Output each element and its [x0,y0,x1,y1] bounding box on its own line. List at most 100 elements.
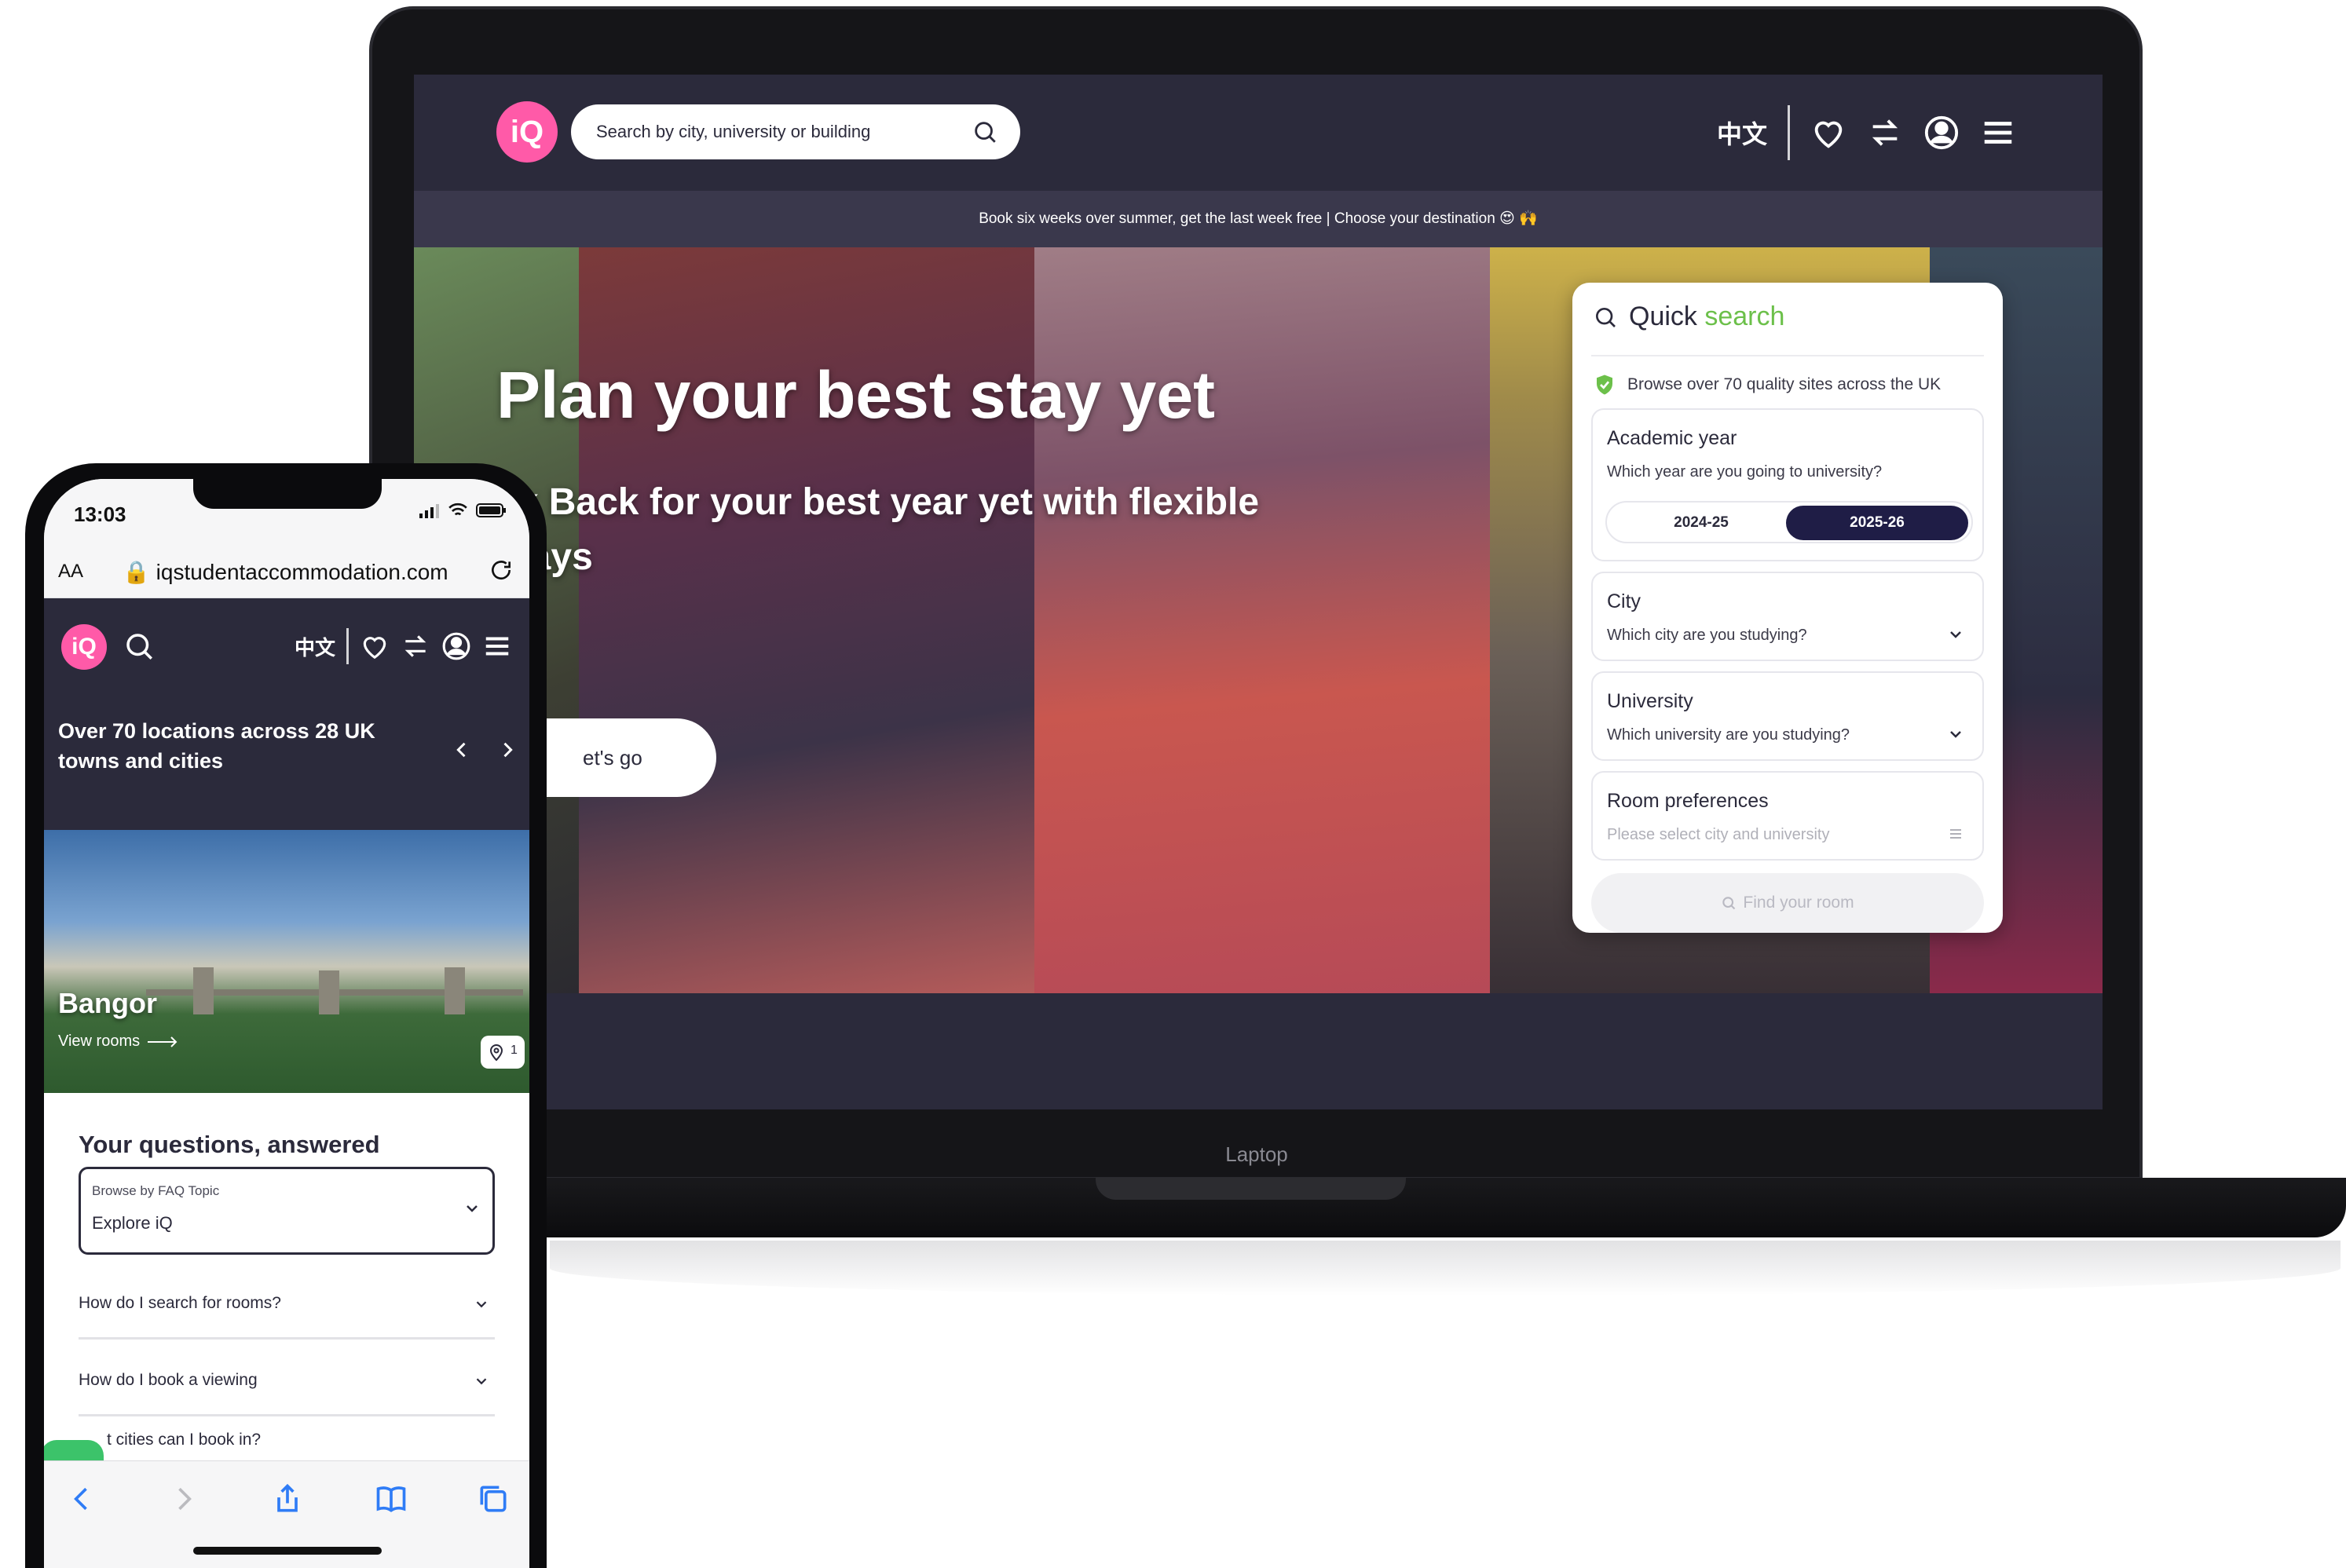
site-header: iQ Search by city, university or buildin… [414,75,2103,191]
university-label: University [1607,690,1693,712]
locations-banner: Over 70 locations across 28 UK towns and… [44,693,529,830]
mobile-nav-icons: 中文 [295,628,512,664]
iq-logo[interactable]: iQ [61,624,107,670]
locations-text: Over 70 locations across 28 UK towns and… [58,719,375,773]
room-preferences-hint: Please select city and university [1607,826,1830,843]
room-preferences-select[interactable]: Room preferences Please select city and … [1591,771,1984,861]
view-rooms-link[interactable]: View rooms [58,1033,179,1051]
trust-text: Browse over 70 quality sites across the … [1627,375,1942,393]
quick-search-panel: Quick search Browse over 70 quality site… [1572,283,2003,933]
university-select[interactable]: University Which university are you stud… [1591,671,1984,761]
search-icon[interactable] [123,630,156,663]
heart-icon[interactable] [360,631,390,661]
language-toggle[interactable]: 中文 [295,632,335,661]
nav-divider [1788,105,1790,160]
forward-icon[interactable] [167,1482,201,1516]
search-icon[interactable] [972,119,998,145]
faq-topic-label: Browse by FAQ Topic [92,1183,220,1198]
chevron-down-icon [1950,631,1961,638]
city-card-bangor[interactable]: Bangor View rooms 1 [44,830,529,1093]
academic-year-field: Academic year Which year are you going t… [1591,408,1984,561]
faq-question: How do I search for rooms? [79,1294,281,1312]
account-icon[interactable] [1923,115,1960,151]
back-icon[interactable] [64,1482,99,1516]
reload-icon[interactable] [489,557,514,583]
laptop-label: Laptop [1225,1142,1288,1166]
city-label: City [1607,590,1641,612]
battery-icon [476,503,506,517]
mobile-header: iQ 中文 [44,598,529,693]
chevron-down-icon [467,1205,478,1212]
iq-logo[interactable]: iQ [496,101,558,163]
find-room-label: Find your room [1743,894,1854,912]
laptop-shadow [550,1241,2341,1296]
share-icon[interactable] [270,1482,305,1516]
year-toggle: 2024-25 2025-26 [1605,501,1973,543]
faq-item[interactable]: How do I book a viewing [79,1341,495,1416]
bookmarks-icon[interactable] [374,1482,408,1516]
header-nav: 中文 [1717,105,2016,160]
search-bar[interactable]: Search by city, university or building [571,104,1020,159]
menu-icon[interactable] [482,631,512,661]
compare-icon[interactable] [401,631,430,661]
search-icon [1596,307,1616,327]
account-icon[interactable] [441,631,471,661]
faq-title: Your questions, answered [79,1131,380,1158]
faq-item[interactable]: How do I search for rooms? [79,1264,495,1340]
map-pin-badge[interactable]: 1 [481,1036,525,1069]
laptop-screen: iQ Search by city, university or buildin… [414,75,2103,1109]
faq-question: How do I book a viewing [79,1371,258,1389]
heart-icon[interactable] [1810,115,1846,151]
promo-banner[interactable]: Book six weeks over summer, get the last… [414,191,2103,247]
arrow-right-icon [148,1036,178,1047]
academic-year-label: Academic year [1607,427,1737,449]
trust-line: Browse over 70 quality sites across the … [1593,373,1941,397]
search-input[interactable]: Search by city, university or building [596,122,972,142]
status-icons [419,503,507,518]
shield-check-icon [1597,375,1612,395]
quick-search-title: Quick search [1593,302,1784,332]
academic-year-hint: Which year are you going to university? [1607,463,1883,481]
view-rooms-label: View rooms [58,1033,141,1050]
room-preferences-label: Room preferences [1607,790,1769,812]
quick-search-divider [1591,355,1984,356]
language-toggle[interactable]: 中文 [1717,115,1767,151]
map-pin-icon [489,1044,503,1062]
quick-search-title-accent: search [1704,302,1785,331]
quick-search-title-prefix: Quick [1629,302,1705,331]
status-time: 13:03 [74,503,126,526]
compare-icon[interactable] [1867,115,1903,151]
city-hint: Which city are you studying? [1607,627,1807,644]
signal-icon [419,504,439,518]
nav-divider [346,628,349,664]
home-indicator [193,1547,382,1555]
bangor-photo [44,830,529,1093]
university-hint: Which university are you studying? [1607,726,1850,744]
chevron-down-icon [476,1301,487,1308]
faq-topic-select[interactable]: Browse by FAQ Topic Explore iQ [79,1167,495,1255]
find-room-button[interactable]: Find your room [1591,873,1984,933]
tabs-icon[interactable] [476,1482,511,1516]
browser-address-bar[interactable]: AA 🔒 iqstudentaccommodation.com [44,543,529,598]
chevron-right-icon[interactable] [496,736,518,763]
year-option-2025-26[interactable]: 2025-26 [1786,506,1968,540]
reader-aa-button[interactable]: AA [58,561,83,583]
city-name: Bangor [58,987,157,1019]
carousel-arrows [451,736,518,763]
below-hero-area [414,993,2103,1109]
url-value: iqstudentaccommodation.com [156,560,448,584]
year-option-2024-25[interactable]: 2024-25 [1610,506,1792,540]
phone-screen: 13:03 AA 🔒 iqstudentaccommodation.com iQ… [44,479,529,1568]
filter-icon [1950,829,1961,839]
menu-icon[interactable] [1980,115,2016,151]
chevron-left-icon[interactable] [451,736,473,763]
chevron-down-icon [1950,731,1961,738]
bridge-illustration [146,967,523,1014]
faq-topic-value: Explore iQ [92,1213,173,1233]
url-text[interactable]: 🔒 iqstudentaccommodation.com [123,559,448,585]
faq-question: t cities can I book in? [107,1431,262,1449]
city-select[interactable]: City Which city are you studying? [1591,572,1984,661]
faq-item[interactable]: t cities can I book in? [79,1418,495,1460]
map-pin-count: 1 [511,1044,518,1057]
wifi-icon [448,503,467,516]
